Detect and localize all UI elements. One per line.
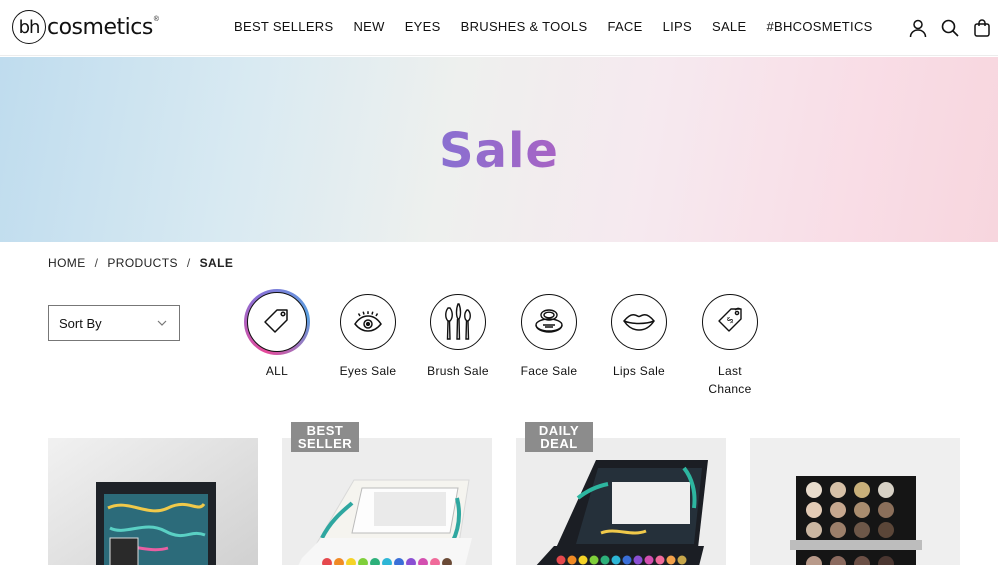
category-all[interactable]: ALL xyxy=(232,289,322,380)
header-icons xyxy=(908,18,992,38)
category-circle xyxy=(340,294,396,350)
category-label: Lips Sale xyxy=(612,364,666,378)
category-last-chance[interactable]: $ Last Chance xyxy=(685,294,775,398)
breadcrumb-separator: / xyxy=(186,256,191,270)
brushes-icon xyxy=(445,303,471,340)
product-image xyxy=(282,438,492,565)
category-circle xyxy=(430,294,486,350)
nav-bhcosmetics[interactable]: #BHCOSMETICS xyxy=(766,19,872,34)
nav-sale[interactable]: SALE xyxy=(712,19,746,34)
category-label: Face Sale xyxy=(520,364,578,378)
category-circle: $ xyxy=(702,294,758,350)
logo-mark: bh xyxy=(12,10,46,44)
category-label: Brush Sale xyxy=(427,364,489,378)
main-nav: BEST SELLERS NEW EYES BRUSHES & TOOLS FA… xyxy=(224,19,883,34)
category-label: Eyes Sale xyxy=(339,364,397,378)
nav-brushes-tools[interactable]: BRUSHES & TOOLS xyxy=(461,19,588,34)
search-icon[interactable] xyxy=(940,18,960,38)
bag-icon[interactable] xyxy=(972,18,992,38)
category-label: Last Chance xyxy=(708,364,752,396)
category-lips-sale[interactable]: Lips Sale xyxy=(594,294,684,380)
sort-dropdown[interactable]: Sort By xyxy=(48,305,180,341)
nav-new[interactable]: NEW xyxy=(353,19,384,34)
sort-label: Sort By xyxy=(59,315,102,331)
badge-line: DEAL xyxy=(540,436,578,451)
category-brush-sale[interactable]: Brush Sale xyxy=(413,294,503,380)
logo-registered: ® xyxy=(153,15,159,23)
product-image xyxy=(516,438,726,565)
brand-logo[interactable]: bh cosmetics ® xyxy=(12,10,159,44)
breadcrumb-products[interactable]: PRODUCTS xyxy=(107,256,178,270)
product-badge: BEST SELLER xyxy=(291,422,359,452)
product-card[interactable] xyxy=(516,438,726,565)
category-face-sale[interactable]: Face Sale xyxy=(504,294,594,380)
page-title: Sale xyxy=(0,123,998,179)
chevron-down-icon xyxy=(157,320,167,326)
product-badge: DAILY DEAL xyxy=(525,422,593,452)
category-eyes-sale[interactable]: Eyes Sale xyxy=(323,294,413,380)
product-card[interactable] xyxy=(282,438,492,565)
nav-eyes[interactable]: EYES xyxy=(405,19,441,34)
category-circle xyxy=(247,292,307,352)
breadcrumb-home[interactable]: HOME xyxy=(48,256,86,270)
product-card[interactable] xyxy=(48,438,258,565)
category-circle xyxy=(521,294,577,350)
badge-line: SELLER xyxy=(297,436,353,451)
category-circle xyxy=(611,294,667,350)
breadcrumb-separator: / xyxy=(94,256,99,270)
lips-icon xyxy=(623,314,655,331)
nav-best-sellers[interactable]: BEST SELLERS xyxy=(234,19,333,34)
account-icon[interactable] xyxy=(908,18,928,38)
breadcrumb: HOME / PRODUCTS / SALE xyxy=(48,256,233,270)
nav-lips[interactable]: LIPS xyxy=(663,19,692,34)
category-label: ALL xyxy=(265,364,289,378)
logo-wordmark: cosmetics xyxy=(47,14,153,40)
compact-icon xyxy=(535,309,563,333)
active-ring xyxy=(244,289,310,355)
eye-icon xyxy=(354,311,382,332)
product-image xyxy=(750,438,960,565)
dollar-tag-icon: $ xyxy=(718,307,742,332)
site-header: bh cosmetics ® BEST SELLERS NEW EYES BRU… xyxy=(0,0,998,56)
hero-banner: Sale xyxy=(0,57,998,242)
nav-face[interactable]: FACE xyxy=(607,19,642,34)
product-card[interactable] xyxy=(750,438,960,565)
price-tag-icon xyxy=(264,309,288,333)
breadcrumb-current: SALE xyxy=(199,256,234,270)
product-image xyxy=(48,438,258,565)
